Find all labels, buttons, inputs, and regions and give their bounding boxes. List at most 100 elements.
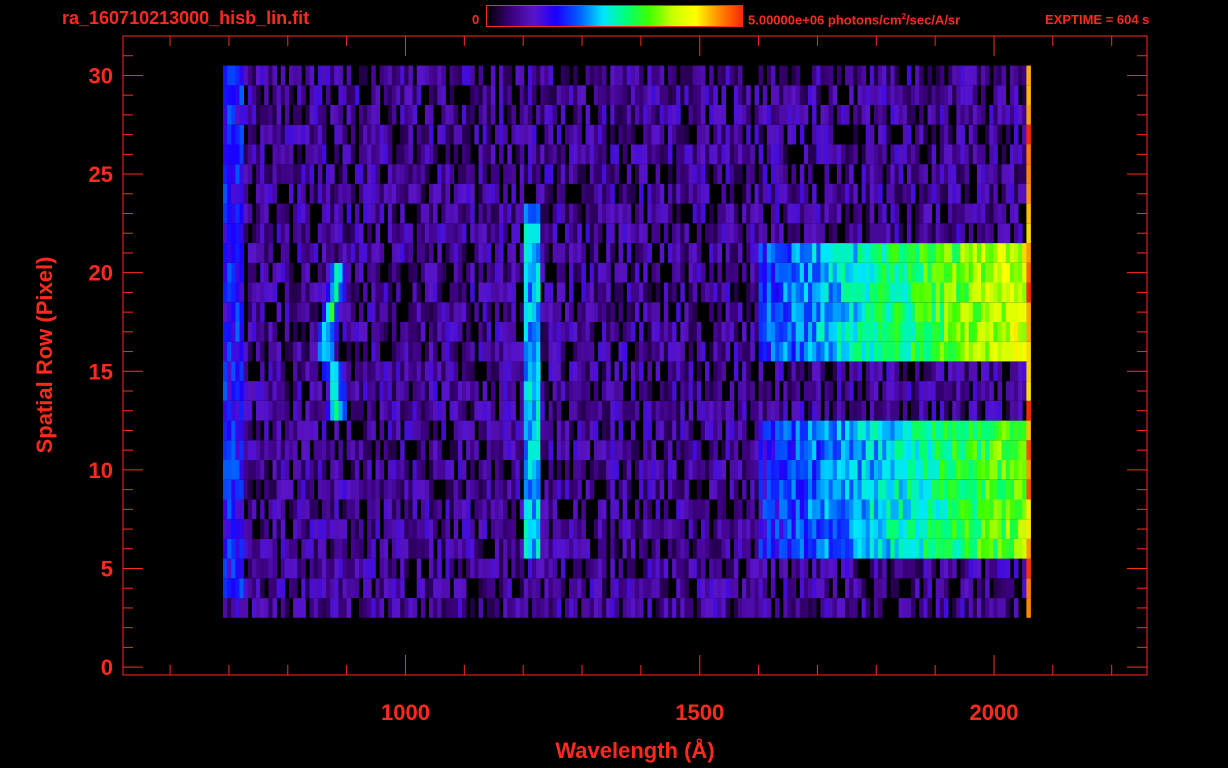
heatmap-cell: [268, 578, 273, 599]
heatmap-cell: [280, 598, 286, 618]
heatmap-cell: [227, 420, 232, 441]
heatmap-cell: [878, 479, 883, 500]
heatmap-cell: [923, 558, 928, 579]
heatmap-cell: [437, 440, 442, 460]
heatmap-cell: [799, 322, 805, 342]
heatmap-cell: [264, 400, 269, 421]
heatmap-cell: [832, 499, 838, 520]
heatmap-cell: [676, 124, 681, 145]
heatmap-cell: [268, 538, 273, 559]
heatmap-cell: [828, 243, 834, 263]
heatmap-cell: [482, 302, 488, 322]
heatmap-cell: [911, 341, 916, 362]
heatmap-cell: [676, 479, 681, 500]
heatmap-cell: [540, 203, 545, 224]
heatmap-cell: [560, 203, 566, 224]
heatmap-cell: [301, 420, 306, 441]
heatmap-cell: [585, 440, 591, 460]
heatmap-cell: [812, 578, 817, 599]
heatmap-cell: [1001, 538, 1007, 559]
heatmap-cell: [276, 361, 282, 382]
heatmap-cell: [684, 420, 689, 441]
heatmap-cell: [931, 361, 937, 382]
heatmap-cell: [738, 538, 743, 559]
heatmap-cell: [898, 440, 904, 460]
heatmap-cell: [981, 105, 986, 125]
heatmap-cell: [791, 341, 796, 362]
heatmap-cell: [841, 105, 846, 125]
heatmap-cell: [321, 65, 327, 86]
heatmap-cell: [746, 538, 751, 559]
heatmap-cell: [231, 499, 236, 520]
heatmap-cell: [696, 460, 702, 480]
heatmap-cell: [581, 341, 586, 362]
heatmap-cell: [812, 203, 817, 224]
heatmap-cell: [882, 144, 887, 165]
heatmap-cell: [915, 479, 920, 500]
heatmap-cell: [935, 538, 941, 559]
heatmap-cell: [700, 144, 706, 165]
heatmap-cell: [227, 262, 232, 283]
heatmap-cell: [626, 440, 632, 460]
heatmap-cell: [758, 65, 764, 86]
heatmap-cell: [1026, 282, 1031, 303]
heatmap-cell: [841, 144, 846, 165]
heatmap-cell: [680, 144, 685, 165]
heatmap-cell: [387, 460, 393, 480]
heatmap-cell: [1001, 243, 1007, 263]
heatmap-cell: [618, 85, 623, 105]
heatmap-cell: [490, 203, 496, 224]
heatmap-cell: [544, 558, 549, 579]
heatmap-cell: [853, 223, 858, 244]
heatmap-cell: [243, 361, 249, 382]
heatmap-cell: [972, 282, 978, 303]
heatmap-cell: [972, 144, 978, 165]
heatmap-cell: [408, 183, 413, 204]
heatmap-cell: [894, 322, 899, 342]
heatmap-cell: [449, 282, 455, 303]
heatmap-cell: [626, 322, 632, 342]
heatmap-cell: [264, 262, 269, 283]
heatmap-cell: [861, 538, 867, 559]
heatmap-cell: [614, 282, 619, 303]
heatmap-cell: [692, 322, 698, 342]
heatmap-cell: [305, 243, 310, 263]
heatmap-cell: [923, 262, 928, 283]
heatmap-cell: [779, 144, 784, 165]
heatmap-cell: [791, 538, 796, 559]
heatmap-cell: [251, 223, 257, 244]
heatmap-cell: [482, 519, 488, 539]
heatmap-cell: [354, 203, 360, 224]
heatmap-cell: [902, 183, 908, 204]
heatmap-cell: [478, 598, 483, 618]
heatmap-cell: [602, 499, 607, 520]
heatmap-cell: [993, 164, 998, 184]
heatmap-cell: [556, 479, 562, 500]
heatmap-cell: [247, 519, 253, 539]
heatmap-cell: [589, 341, 595, 362]
heatmap-cell: [762, 105, 768, 125]
heatmap-cell: [902, 341, 908, 362]
heatmap-cell: [746, 558, 751, 579]
heatmap-cell: [758, 440, 764, 460]
heatmap-cell: [845, 65, 850, 86]
heatmap-cell: [375, 144, 380, 165]
heatmap-cell: [309, 460, 315, 480]
heatmap-cell: [935, 203, 941, 224]
heatmap-cell: [445, 341, 450, 362]
heatmap-cell: [490, 558, 496, 579]
heatmap-cell: [861, 164, 867, 184]
heatmap-cell: [556, 440, 562, 460]
heatmap-cell: [297, 499, 302, 520]
heatmap-cell: [944, 381, 949, 401]
heatmap-cell: [733, 124, 739, 145]
heatmap-cell: [960, 85, 965, 105]
heatmap-cell: [808, 578, 813, 599]
heatmap-cell: [478, 282, 483, 303]
heatmap-cell: [523, 538, 529, 559]
heatmap-cell: [470, 262, 475, 283]
heatmap-cell: [742, 203, 747, 224]
heatmap-cell: [705, 361, 710, 382]
heatmap-cell: [597, 558, 603, 579]
heatmap-cell: [964, 322, 970, 342]
